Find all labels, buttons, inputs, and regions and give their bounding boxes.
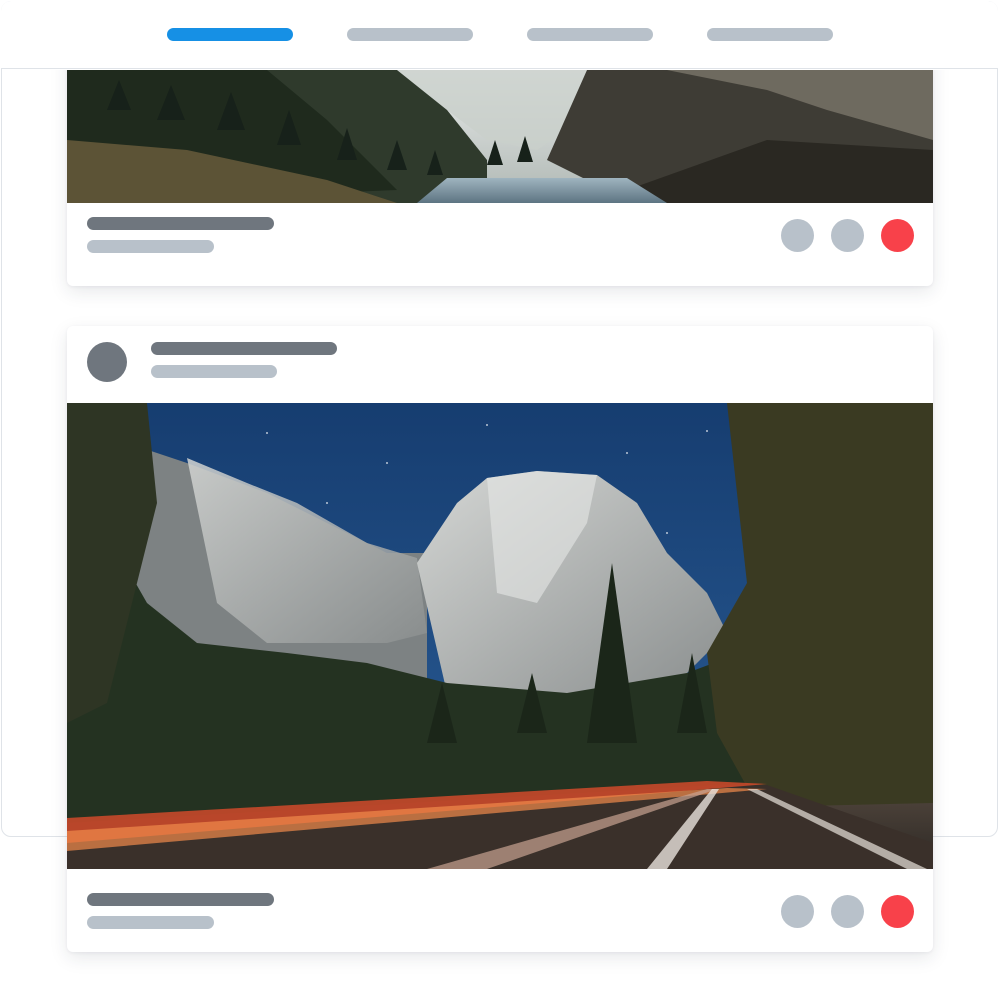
tab-3[interactable] [527,28,653,41]
mountain-valley-lake-photo[interactable] [67,70,933,203]
author-meta-placeholder [151,365,277,378]
heart-icon[interactable] [881,895,914,928]
post-subtitle-placeholder [87,240,214,253]
top-navigation [1,1,998,69]
post-card [67,70,933,286]
author-name-placeholder [151,342,337,355]
tab-4[interactable] [707,28,833,41]
post-title-placeholder [87,893,274,906]
feed[interactable] [0,70,1000,983]
granite-cliff-night-road-photo[interactable] [67,403,933,869]
tab-1[interactable] [167,28,293,41]
action-icon[interactable] [831,219,864,252]
tab-2[interactable] [347,28,473,41]
action-icon[interactable] [781,895,814,928]
avatar[interactable] [87,342,127,382]
post-card [67,326,933,952]
action-icon[interactable] [781,219,814,252]
action-icon[interactable] [831,895,864,928]
post-title-placeholder [87,217,274,230]
post-subtitle-placeholder [87,916,214,929]
heart-icon[interactable] [881,219,914,252]
